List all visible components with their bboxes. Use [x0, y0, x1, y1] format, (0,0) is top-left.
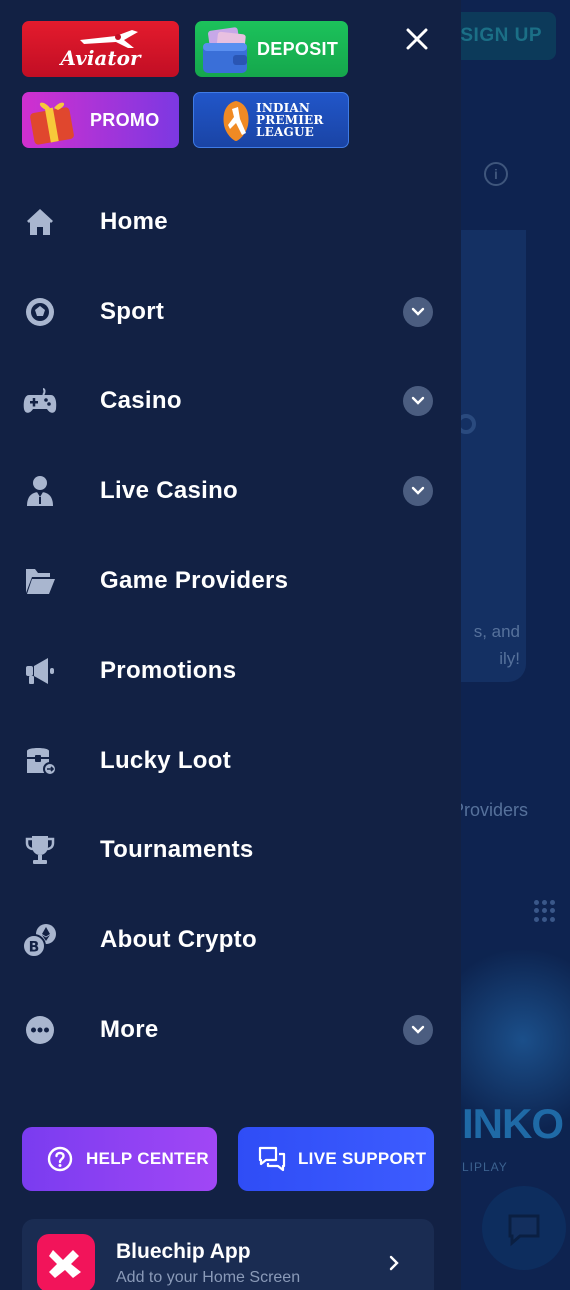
ipl-tile[interactable]: INDIAN PREMIER LEAGUE: [193, 92, 349, 148]
help-center-label: HELP CENTER: [86, 1149, 209, 1168]
dealer-icon: [22, 473, 58, 509]
background-game-subtitle: LIPLAY: [462, 1160, 508, 1174]
more-dots-icon: [22, 1012, 58, 1048]
menu-label-more: More: [100, 1016, 159, 1044]
ipl-batsman-icon: [223, 101, 249, 141]
aviator-tile[interactable]: Aviator: [22, 21, 179, 77]
menu-label-game-providers: Game Providers: [100, 567, 289, 595]
background-game-title: INKO: [462, 1100, 564, 1147]
menu-label-lucky-loot: Lucky Loot: [100, 746, 232, 774]
chevron-down-icon[interactable]: [403, 1015, 433, 1046]
menu-item-live-casino[interactable]: Live Casino: [0, 446, 461, 536]
menu-item-tournaments[interactable]: Tournaments: [0, 806, 461, 896]
menu-label-tournaments: Tournaments: [100, 836, 254, 864]
wallet-icon: [203, 27, 247, 73]
deposit-label: DEPOSIT: [257, 38, 339, 59]
side-drawer: Aviator DEPOSIT PROMO INDIAN PREMIER LEA…: [0, 0, 461, 1290]
close-button[interactable]: [402, 24, 432, 54]
folder-icon: [22, 563, 58, 599]
chevron-down-icon[interactable]: [403, 296, 433, 327]
menu-item-lucky-loot[interactable]: Lucky Loot: [0, 716, 461, 806]
menu-item-more[interactable]: More: [0, 985, 461, 1075]
help-center-button[interactable]: HELP CENTER: [22, 1127, 217, 1191]
grid-icon: [534, 900, 556, 922]
megaphone-icon: [22, 653, 58, 689]
menu-item-promotions[interactable]: Promotions: [0, 626, 461, 716]
deposit-tile[interactable]: DEPOSIT: [195, 21, 348, 77]
live-support-button[interactable]: LIVE SUPPORT: [238, 1127, 434, 1191]
promo-tile[interactable]: PROMO: [22, 92, 179, 148]
menu-label-live-casino: Live Casino: [100, 477, 239, 505]
gift-box-icon: [30, 102, 74, 145]
svg-text:B: B: [29, 940, 40, 956]
menu-item-sport[interactable]: Sport: [0, 267, 461, 357]
chevron-down-icon[interactable]: [403, 476, 433, 507]
main-menu: Home Sport Casino Live Casino Game Provi…: [0, 177, 461, 1075]
crypto-coins-icon: B: [22, 922, 58, 959]
app-install-card[interactable]: Bluechip App Add to your Home Screen: [22, 1219, 434, 1290]
info-icon: i: [484, 162, 508, 186]
treasure-chest-icon: [22, 743, 58, 779]
menu-item-about-crypto[interactable]: B About Crypto: [0, 895, 461, 985]
app-title: Bluechip App: [116, 1240, 251, 1263]
chat-bubble-icon: [482, 1186, 566, 1270]
bluechip-logo-icon: [37, 1234, 95, 1290]
soccer-ball-icon: [22, 294, 58, 330]
chat-icon: [258, 1145, 286, 1173]
app-subtitle: Add to your Home Screen: [116, 1269, 301, 1286]
menu-label-casino: Casino: [100, 387, 182, 415]
menu-item-casino[interactable]: Casino: [0, 357, 461, 447]
menu-label-about-crypto: About Crypto: [100, 926, 257, 954]
close-icon: [406, 28, 428, 50]
gamepad-icon: [22, 383, 58, 419]
menu-label-promotions: Promotions: [100, 656, 237, 684]
menu-label-home: Home: [100, 207, 168, 235]
menu-label-sport: Sport: [100, 297, 165, 325]
live-support-label: LIVE SUPPORT: [298, 1149, 427, 1168]
plane-icon: [80, 30, 138, 48]
trophy-icon: [22, 832, 58, 868]
menu-item-game-providers[interactable]: Game Providers: [0, 536, 461, 626]
home-icon: [22, 204, 58, 240]
chevron-down-icon[interactable]: [403, 386, 433, 417]
menu-item-home[interactable]: Home: [0, 177, 461, 267]
ipl-text: INDIAN PREMIER LEAGUE: [256, 101, 324, 139]
chevron-right-icon: [384, 1253, 404, 1273]
question-circle-icon: [46, 1145, 74, 1173]
promo-label: PROMO: [90, 109, 160, 130]
background-providers-label: Providers: [452, 800, 529, 820]
